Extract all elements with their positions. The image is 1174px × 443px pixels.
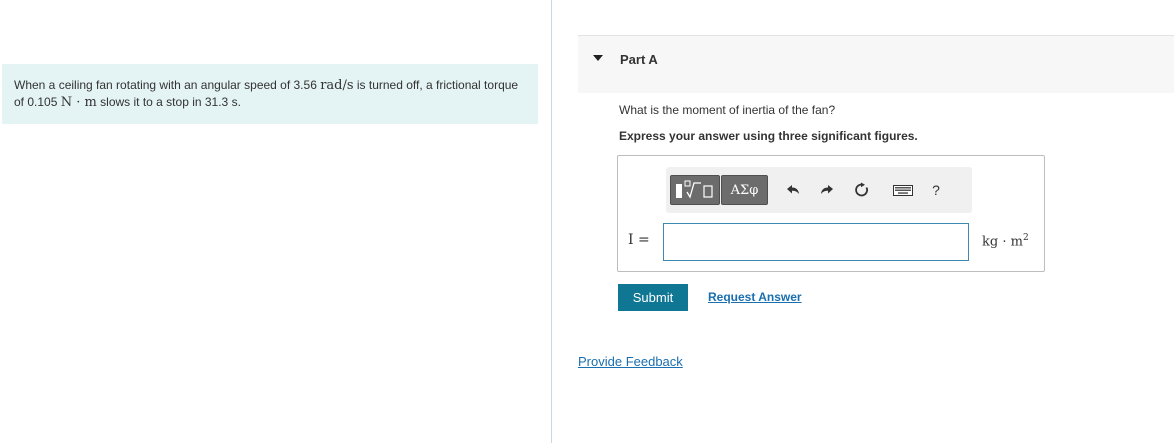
redo-icon[interactable] [818, 181, 836, 199]
keyboard-icon[interactable] [891, 181, 915, 199]
greek-letters-label: ΑΣφ [730, 182, 759, 198]
problem-statement: When a ceiling fan rotating with an angu… [2, 64, 538, 124]
instruction-text: Express your answer using three signific… [619, 129, 918, 143]
templates-button[interactable] [670, 175, 720, 205]
help-label: ? [932, 182, 940, 198]
angular-speed-unit: rad/s [320, 78, 354, 93]
submit-button[interactable]: Submit [618, 284, 688, 311]
part-a-header[interactable]: Part A [578, 35, 1174, 93]
question-text: What is the moment of inertia of the fan… [619, 103, 836, 117]
reset-icon[interactable] [853, 181, 871, 199]
page: When a ceiling fan rotating with an angu… [0, 0, 1174, 443]
collapse-caret-icon[interactable] [593, 55, 603, 61]
greek-letters-button[interactable]: ΑΣφ [721, 175, 768, 205]
answer-unit: kg · m2 [982, 233, 1029, 249]
templates-icon [676, 180, 713, 199]
problem-text-1: When a ceiling fan rotating with an angu… [14, 78, 321, 92]
unit-base: kg · m [982, 234, 1023, 250]
answer-input[interactable] [663, 223, 969, 261]
panel-divider [551, 0, 552, 443]
variable-label: I = [628, 232, 650, 248]
unit-exponent: 2 [1022, 233, 1029, 243]
request-answer-link[interactable]: Request Answer [708, 290, 802, 304]
provide-feedback-link[interactable]: Provide Feedback [578, 354, 683, 369]
help-icon[interactable]: ? [927, 181, 945, 199]
problem-text-3: slows it to a stop in 31.3 s. [96, 95, 241, 109]
answer-box: ΑΣφ ? I = kg · m2 [617, 155, 1045, 272]
torque-unit: N · m [60, 95, 97, 110]
part-title: Part A [620, 52, 658, 67]
undo-icon[interactable] [784, 181, 802, 199]
math-toolbar: ΑΣφ ? [666, 167, 972, 213]
